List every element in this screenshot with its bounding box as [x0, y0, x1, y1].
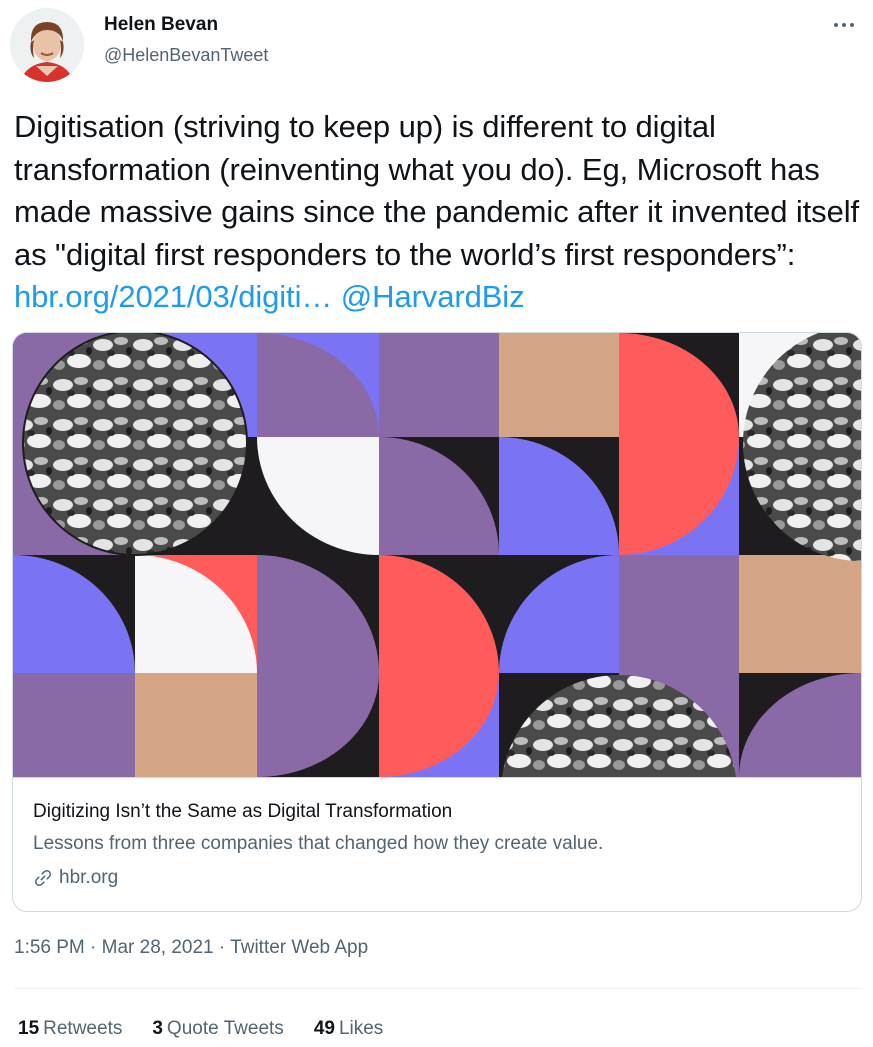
tweet-meta: 1:56 PM · Mar 28, 2021 · Twitter Web App [14, 937, 368, 959]
more-options-button[interactable] [829, 10, 859, 40]
likes-stat[interactable]: 49 Likes [314, 1018, 384, 1040]
card-description: Lessons from three companies that change… [33, 833, 604, 854]
quote-tweets-count: 3 [152, 1018, 163, 1039]
card-title[interactable]: Digitizing Isn’t the Same as Digital Tra… [33, 801, 452, 823]
tweet-link[interactable]: hbr.org/2021/03/digiti… [14, 279, 332, 314]
likes-label: Likes [338, 1018, 384, 1039]
link-card[interactable]: Digitizing Isn’t the Same as Digital Tra… [12, 332, 862, 912]
card-image [13, 333, 861, 777]
engagement-stats: 15 Retweets 3 Quote Tweets 49 Likes [18, 1018, 383, 1040]
meta-separator: · [90, 937, 97, 958]
retweets-label: Retweets [43, 1018, 123, 1039]
tweet-mention[interactable]: @HarvardBiz [341, 279, 525, 314]
tweet-time[interactable]: 1:56 PM [14, 937, 85, 958]
tweet-date[interactable]: Mar 28, 2021 [102, 937, 214, 958]
quote-tweets-label: Quote Tweets [166, 1018, 284, 1039]
tweet-body: Digitisation (striving to keep up) is di… [14, 109, 860, 272]
retweets-stat[interactable]: 15 Retweets [18, 1018, 122, 1040]
quote-tweets-stat[interactable]: 3 Quote Tweets [152, 1018, 283, 1040]
card-domain-text: hbr.org [59, 867, 119, 888]
author-name[interactable]: Helen Bevan [104, 14, 218, 36]
avatar[interactable] [10, 8, 84, 82]
divider [14, 988, 860, 989]
tweet-source-app[interactable]: Twitter Web App [230, 937, 368, 958]
tweet-text: Digitisation (striving to keep up) is di… [14, 106, 864, 319]
meta-separator: · [218, 937, 226, 958]
card-domain[interactable]: hbr.org [33, 867, 118, 889]
card-divider [13, 777, 861, 778]
author-handle[interactable]: @HelenBevanTweet [104, 45, 268, 66]
retweets-count: 15 [18, 1018, 40, 1039]
likes-count: 49 [313, 1018, 335, 1039]
more-dots-icon [834, 23, 854, 27]
avatar-image [10, 8, 84, 82]
link-icon [34, 869, 52, 887]
